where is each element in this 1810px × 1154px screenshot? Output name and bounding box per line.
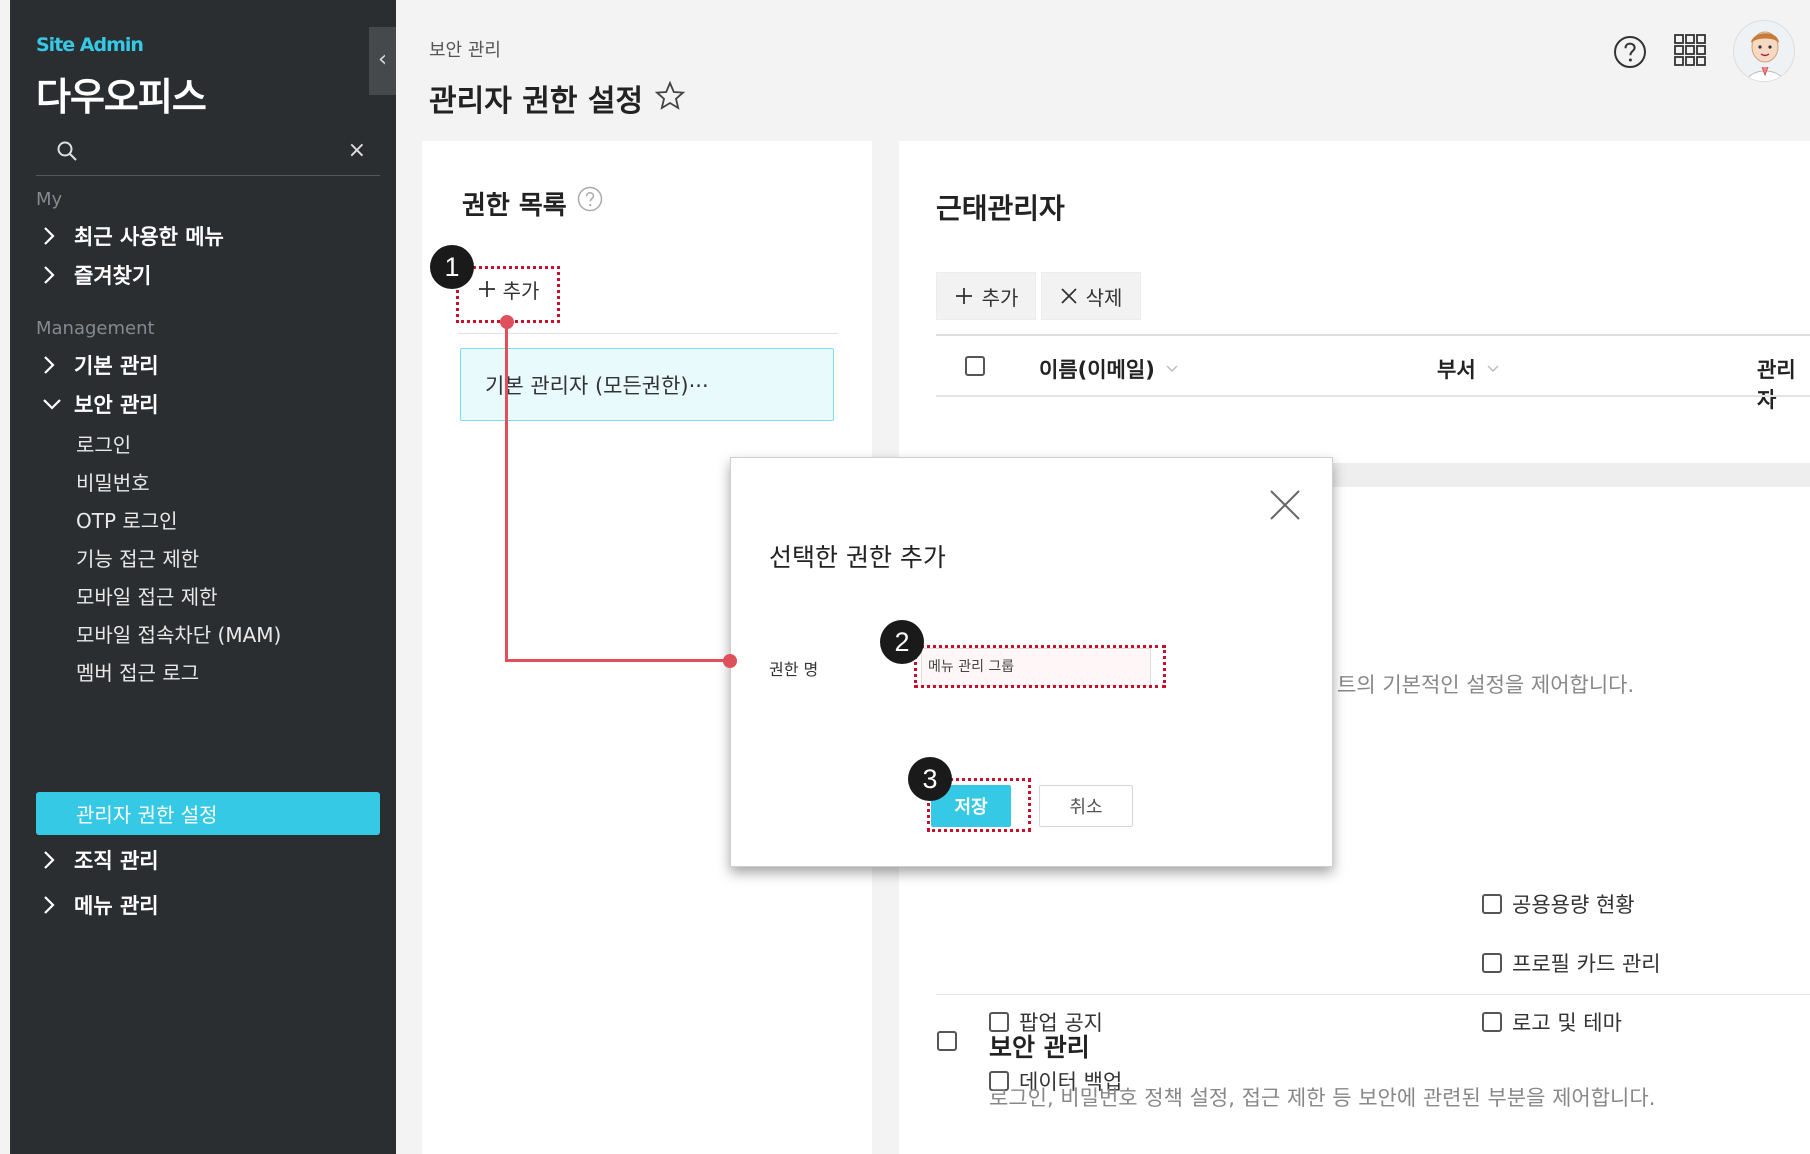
column-header-dept[interactable]: 부서 <box>1437 354 1500 384</box>
table-border <box>936 334 1810 336</box>
sidebar-item-label: 기본 관리 <box>74 354 159 378</box>
add-label: 추가 <box>981 285 1019 310</box>
select-all-checkbox[interactable] <box>965 356 985 376</box>
checkbox-label: 프로필 카드 관리 <box>1512 952 1661 976</box>
sidebar-sub-admin-perm[interactable]: 관리자 권한 설정 <box>36 792 380 835</box>
section-checkbox-security[interactable] <box>937 1031 957 1051</box>
sidebar: Site Admin 다우오피스 ‹ × My 최근 사용한 메뉴 즐겨찾기 M… <box>10 0 396 1154</box>
step-marker-1: 1 <box>430 245 474 289</box>
checkbox[interactable] <box>1482 1012 1502 1032</box>
section-title: 보안 관리 <box>989 1033 1090 1062</box>
permission-checkbox-storage[interactable]: 공용용량 현황 <box>1482 889 1635 919</box>
sidebar-sub-member-log[interactable]: 멤버 접근 로그 <box>36 651 380 691</box>
help-icon[interactable] <box>577 186 603 212</box>
chevron-right-icon <box>44 356 55 374</box>
chevron-right-icon <box>44 266 55 284</box>
page-title: 관리자 권한 설정 <box>429 84 644 119</box>
section-my-label: My <box>36 189 63 210</box>
section-description: 트의 기본적인 설정을 제어합니다. <box>1337 673 1635 697</box>
section-description: 로그인, 비밀번호 정책 설정, 접근 제한 등 보안에 관련된 부분을 제어합… <box>989 1086 1656 1110</box>
breadcrumb: 보안 관리 <box>429 40 501 61</box>
divider <box>458 333 838 334</box>
add-admin-button[interactable]: 추가 <box>936 272 1036 320</box>
sidebar-collapse-button[interactable]: ‹ <box>369 27 396 95</box>
search-icon <box>57 141 77 161</box>
field-label: 권한 명 <box>769 660 819 679</box>
checkbox-label: 공용용량 현황 <box>1512 893 1635 917</box>
chevron-down-icon <box>1487 365 1499 372</box>
chevron-right-icon <box>44 851 55 869</box>
checkbox[interactable] <box>1482 894 1502 914</box>
site-admin-label: Site Admin <box>36 34 144 56</box>
column-label: 이름(이메일) <box>1039 358 1155 382</box>
plus-icon <box>955 288 972 304</box>
sidebar-sub-mam[interactable]: 모바일 접속차단 (MAM) <box>36 613 380 653</box>
section-management-label: Management <box>36 318 155 339</box>
apps-grid-icon[interactable] <box>1673 33 1707 67</box>
avatar[interactable] <box>1733 20 1795 82</box>
sidebar-item-label: 최근 사용한 메뉴 <box>74 225 224 249</box>
sidebar-item-label: 조직 관리 <box>74 849 159 873</box>
sidebar-sub-password[interactable]: 비밀번호 <box>36 461 380 501</box>
sidebar-item-basic[interactable]: 기본 관리 <box>36 345 380 385</box>
sidebar-item-label: 메뉴 관리 <box>74 894 159 918</box>
close-icon[interactable]: × <box>348 138 366 163</box>
chevron-down-icon <box>43 399 61 410</box>
connector-dot <box>500 315 514 329</box>
cancel-button[interactable]: 취소 <box>1039 785 1133 827</box>
close-icon[interactable] <box>1268 488 1302 522</box>
column-header-name[interactable]: 이름(이메일) <box>1039 354 1179 384</box>
checkbox[interactable] <box>1482 953 1502 973</box>
panel-title: 근태관리자 <box>936 192 1065 225</box>
sidebar-item-label: 보안 관리 <box>74 393 159 417</box>
highlight-name-input <box>914 645 1166 688</box>
sidebar-item-favorites[interactable]: 즐겨찾기 <box>36 255 380 295</box>
panel-title: 권한 목록 <box>462 191 567 221</box>
brand-logo[interactable]: 다우오피스 <box>36 66 207 121</box>
permission-list-item[interactable]: 기본 관리자 (모든권한)··· <box>460 348 834 421</box>
sidebar-item-recent[interactable]: 최근 사용한 메뉴 <box>36 216 380 256</box>
sidebar-sub-otp[interactable]: OTP 로그인 <box>36 499 380 539</box>
table-border <box>936 395 1810 397</box>
chevron-right-icon <box>44 227 55 245</box>
column-label: 부서 <box>1437 358 1476 382</box>
delete-admin-button[interactable]: 삭제 <box>1041 272 1141 320</box>
dialog-title: 선택한 권한 추가 <box>769 543 946 572</box>
divider <box>936 994 1810 995</box>
sidebar-item-org[interactable]: 조직 관리 <box>36 840 380 880</box>
delete-label: 삭제 <box>1085 285 1123 310</box>
sidebar-item-security[interactable]: 보안 관리 <box>36 384 380 424</box>
sidebar-sub-login[interactable]: 로그인 <box>36 423 380 463</box>
sidebar-sub-feature-restrict[interactable]: 기능 접근 제한 <box>36 537 380 577</box>
chevron-right-icon <box>44 896 55 914</box>
step-marker-3: 3 <box>908 757 952 801</box>
permission-checkbox-profile-card[interactable]: 프로필 카드 관리 <box>1482 948 1661 978</box>
star-icon[interactable] <box>654 80 686 112</box>
sidebar-item-label: 즐겨찾기 <box>74 264 152 288</box>
sidebar-search-input[interactable]: × <box>36 134 380 176</box>
connector-dot <box>723 654 737 668</box>
help-icon[interactable] <box>1613 35 1647 69</box>
checkbox-label: 로고 및 테마 <box>1512 1011 1622 1035</box>
column-label: 관리자 <box>1757 358 1796 412</box>
sidebar-item-menu[interactable]: 메뉴 관리 <box>36 885 380 925</box>
step-marker-2: 2 <box>880 620 924 664</box>
close-icon <box>1060 288 1077 304</box>
permission-checkbox-logo-theme[interactable]: 로고 및 테마 <box>1482 1007 1622 1037</box>
connector-line <box>505 322 508 662</box>
column-header-admin[interactable]: 관리자 <box>1757 354 1810 414</box>
user-avatar-icon <box>1746 31 1784 81</box>
chevron-down-icon <box>1166 365 1178 372</box>
sidebar-sub-mobile-restrict[interactable]: 모바일 접근 제한 <box>36 575 380 615</box>
connector-line <box>505 659 730 662</box>
